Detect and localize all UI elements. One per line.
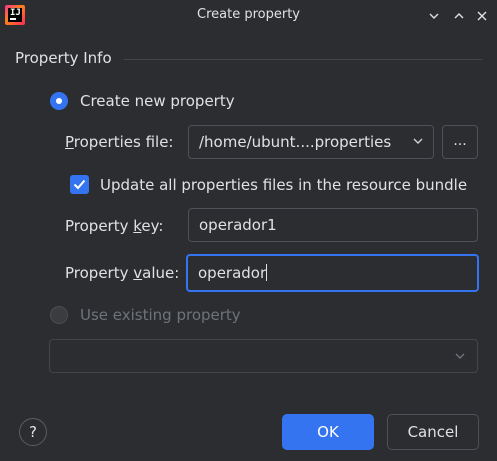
property-key-input[interactable]: operador1 xyxy=(188,208,478,242)
update-all-label[interactable]: Update all properties files in the resou… xyxy=(100,176,467,194)
update-all-checkbox[interactable] xyxy=(70,175,89,194)
minimize-icon[interactable] xyxy=(424,6,444,26)
use-existing-radio[interactable] xyxy=(50,306,68,324)
properties-file-label: Properties file: xyxy=(65,133,174,151)
use-existing-label[interactable]: Use existing property xyxy=(80,306,241,324)
create-new-label[interactable]: Create new property xyxy=(80,92,235,110)
checkmark-icon xyxy=(73,179,86,190)
cancel-button[interactable]: Cancel xyxy=(387,414,479,450)
property-value-value: operador xyxy=(198,264,268,282)
chevron-down-icon xyxy=(413,138,423,144)
property-value-label: Property value: xyxy=(65,264,180,282)
help-button[interactable]: ? xyxy=(19,418,47,446)
browse-button[interactable]: ... xyxy=(442,125,478,159)
close-icon[interactable] xyxy=(472,6,492,26)
property-key-value: operador1 xyxy=(199,216,277,234)
section-title: Property Info xyxy=(15,49,112,67)
properties-file-combo[interactable]: /home/ubunt....properties xyxy=(188,125,434,159)
properties-file-value: /home/ubunt....properties xyxy=(199,133,392,151)
property-key-label: Property key: xyxy=(65,217,164,235)
chevron-down-icon xyxy=(455,353,465,359)
ok-button[interactable]: OK xyxy=(282,414,374,450)
maximize-icon[interactable] xyxy=(449,6,469,26)
window-title: Create property xyxy=(197,7,300,22)
existing-property-combo[interactable] xyxy=(49,339,478,373)
section-divider xyxy=(124,59,482,60)
create-new-radio[interactable] xyxy=(50,92,68,110)
property-value-input[interactable]: operador xyxy=(186,254,479,292)
